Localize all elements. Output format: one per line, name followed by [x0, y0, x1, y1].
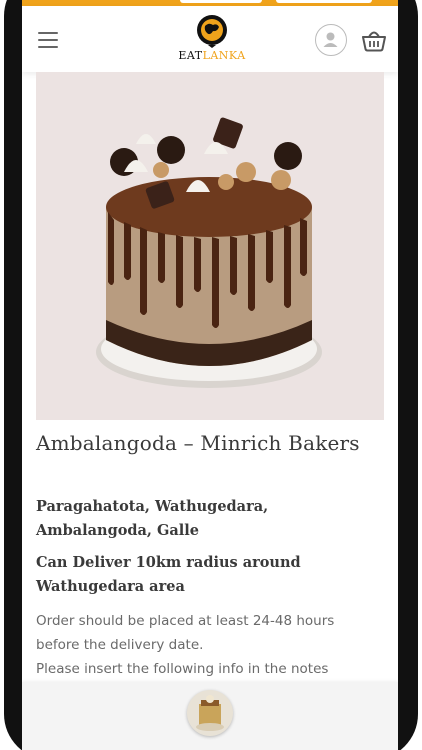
order-note: Order should be placed at least 24-48 ho… [36, 609, 384, 681]
logo-text-lanka: LANKA [202, 49, 246, 62]
logo-text-eat: EAT [178, 49, 203, 62]
user-account-icon[interactable] [315, 24, 347, 56]
order-note-line-1: Order should be placed at least 24-48 ho… [36, 613, 335, 629]
order-note-line-2: before the delivery date. [36, 637, 204, 653]
top-pill-left [180, 0, 262, 3]
logo-globe-icon [197, 15, 227, 48]
order-note-line-3: Please insert the following info in the … [36, 661, 329, 677]
shopping-basket-icon[interactable] [361, 28, 387, 52]
eatlanka-logo[interactable]: EATLANKA [172, 14, 252, 66]
bottom-bar [22, 682, 398, 750]
screen: EATLANKA Ambalangoda – Minrich Bakers Pa… [22, 0, 398, 750]
delivery-area: Can Deliver 10km radius around Wathugeda… [36, 554, 301, 595]
product-title: Ambalangoda – Minrich Bakers [36, 431, 360, 455]
chocolate-drip-cake-image [96, 117, 322, 388]
product-thumbnail[interactable] [187, 690, 233, 736]
product-image[interactable] [36, 72, 384, 420]
top-pill-right [276, 0, 372, 3]
vendor-address: Paragahatota, Wathugedara, Ambalangoda, … [36, 498, 269, 539]
site-header: EATLANKA [22, 6, 398, 72]
hamburger-menu-icon[interactable] [38, 32, 58, 48]
